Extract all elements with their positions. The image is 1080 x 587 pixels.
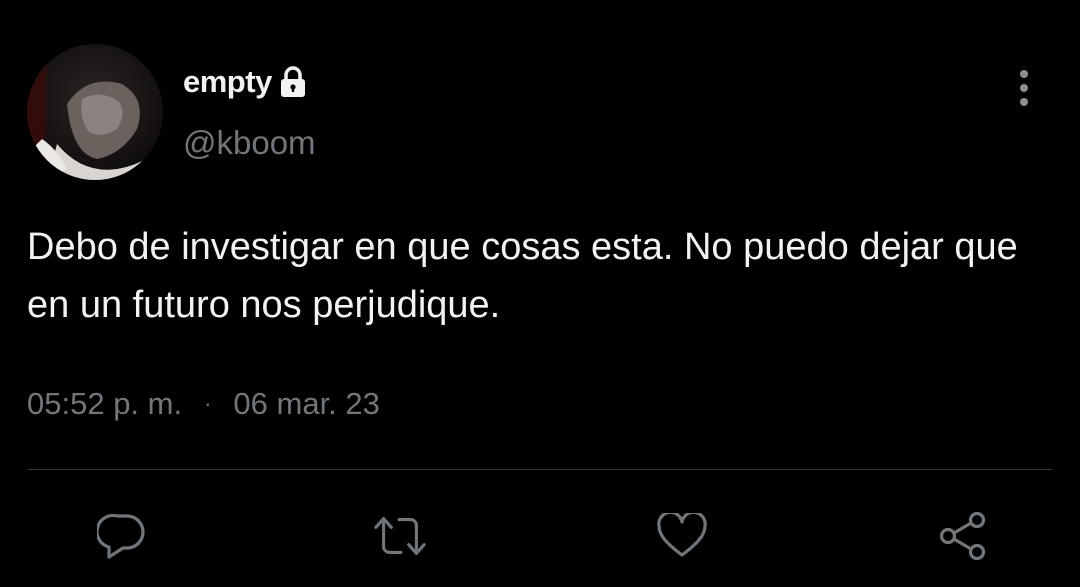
divider [27,469,1053,470]
avatar[interactable] [27,44,163,180]
avatar-image [27,44,163,180]
display-name[interactable]: empty [183,64,308,100]
reply-icon [97,513,145,559]
more-vertical-icon [1020,70,1028,106]
more-options-button[interactable] [1004,66,1044,110]
share-icon [939,511,986,561]
retweet-icon [374,517,426,555]
tweet-meta: 05:52 p. m. · 06 mar. 23 [27,386,380,422]
lock-icon [278,66,308,98]
tweet-text: Debo de investigar en que cosas esta. No… [27,226,1018,326]
tweet-date[interactable]: 06 mar. 23 [233,386,379,422]
heart-icon [657,513,707,557]
share-button[interactable] [935,508,991,564]
reply-button[interactable] [94,508,150,564]
display-name-text: empty [183,64,272,99]
like-button[interactable] [654,508,710,564]
user-handle[interactable]: @kboom [183,124,316,162]
retweet-button[interactable] [372,508,428,564]
meta-separator: · [204,391,212,416]
tweet-time[interactable]: 05:52 p. m. [27,386,182,422]
